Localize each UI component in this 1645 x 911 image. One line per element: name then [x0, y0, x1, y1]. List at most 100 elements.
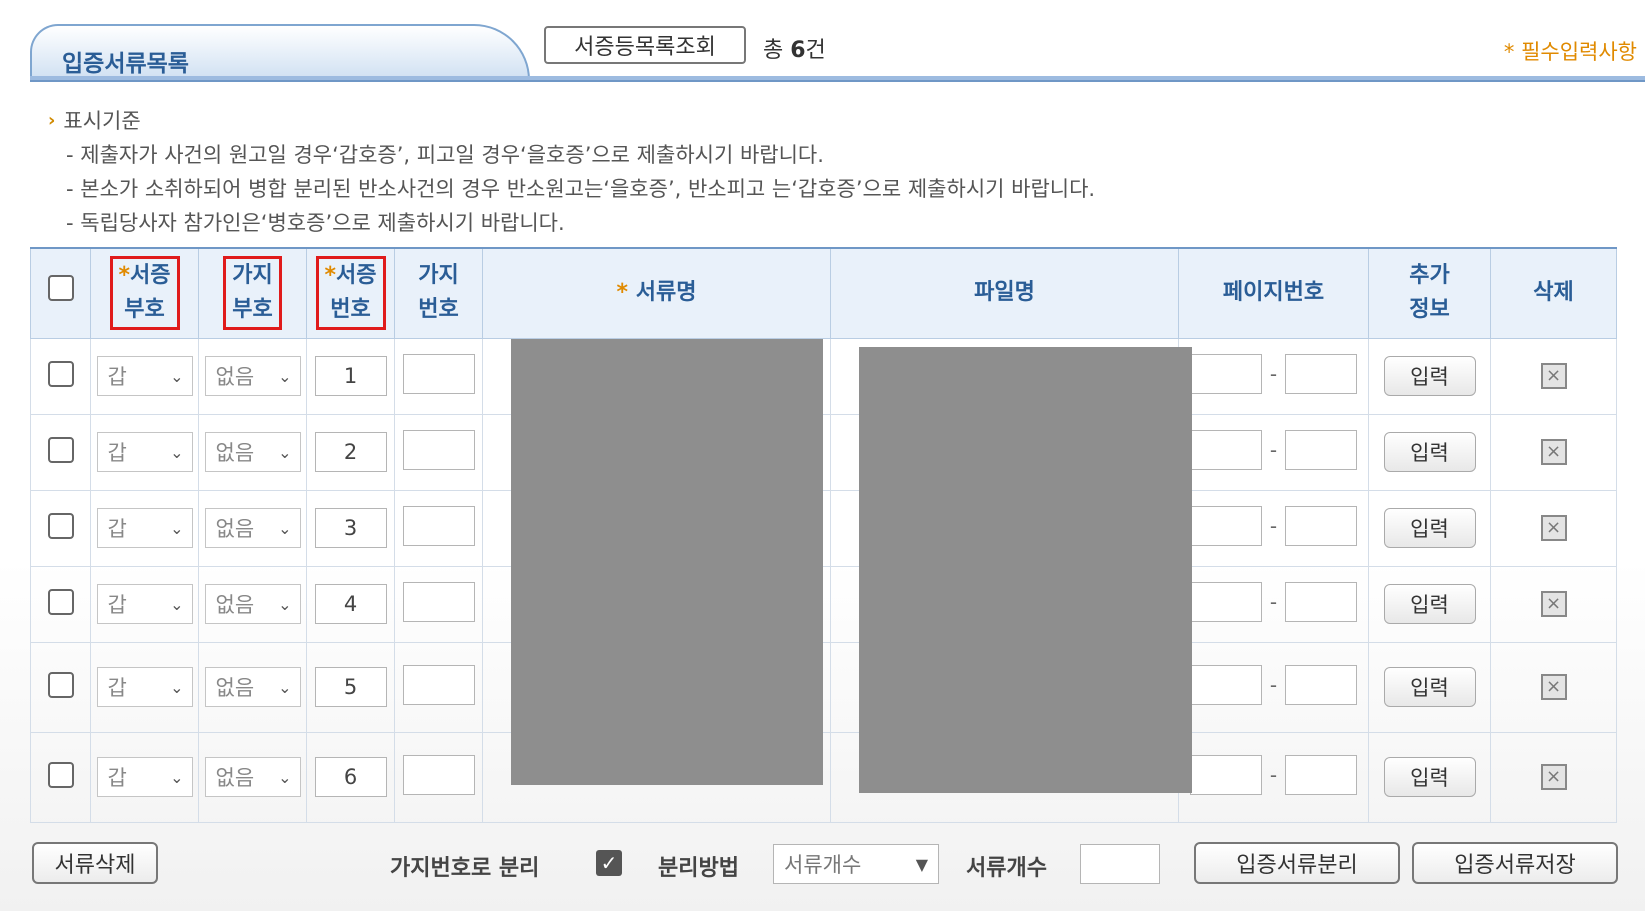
header-branch-number: 가지 번호: [394, 247, 483, 339]
evidence-number-input[interactable]: 5: [314, 667, 387, 707]
criteria-line: - 제출자가 사건의 원고일 경우‘갑호증’, 피고일 경우‘을호증’으로 제출…: [66, 143, 824, 167]
page-start-input[interactable]: [1189, 354, 1262, 394]
evidence-number-input[interactable]: 6: [314, 757, 387, 797]
branch-number-input[interactable]: [402, 665, 475, 705]
extra-info-input-button[interactable]: 입력: [1383, 508, 1476, 548]
branch-number-input[interactable]: [402, 755, 475, 795]
branch-sign-select[interactable]: 없음 ⌄: [204, 432, 301, 472]
chevron-down-icon: ⌄: [170, 366, 184, 386]
row-checkbox[interactable]: [47, 589, 74, 615]
branch-number-input[interactable]: [402, 430, 475, 470]
delete-row-icon[interactable]: ×: [1540, 764, 1567, 790]
select-all-header: [30, 247, 91, 339]
page-end-input[interactable]: [1285, 354, 1358, 394]
branch-sign-select[interactable]: 없음 ⌄: [204, 757, 301, 797]
section-tab: 입증서류목록: [30, 24, 530, 80]
row-checkbox[interactable]: [47, 513, 74, 539]
evidence-sign-select[interactable]: 갑 ⌄: [96, 667, 193, 707]
branch-sign-select[interactable]: 없음 ⌄: [204, 584, 301, 624]
table-row: 갑 ⌄ 없음 ⌄ 5- 입력 ×: [30, 641, 1617, 733]
table-row: 갑 ⌄ 없음 ⌄ 4- 입력 ×: [30, 565, 1617, 643]
row-checkbox[interactable]: [47, 361, 74, 387]
table-row: 갑 ⌄ 없음 ⌄ 3- 입력 ×: [30, 489, 1617, 567]
page-end-input[interactable]: [1285, 665, 1358, 705]
page-end-input[interactable]: [1285, 582, 1358, 622]
page-end-input[interactable]: [1285, 755, 1358, 795]
evidence-number-input[interactable]: 3: [314, 508, 387, 548]
redacted-document-names: [511, 339, 823, 785]
chevron-down-icon: ⌄: [278, 677, 292, 697]
table-row: 갑 ⌄ 없음 ⌄ 6- 입력 ×: [30, 731, 1617, 823]
branch-number-input[interactable]: [402, 506, 475, 546]
display-criteria: › 표시기준 - 제출자가 사건의 원고일 경우‘갑호증’, 피고일 경우‘을호…: [48, 104, 1095, 240]
extra-info-input-button[interactable]: 입력: [1383, 356, 1476, 396]
required-fields-note: * 필수입력사항: [1503, 40, 1637, 64]
delete-row-icon[interactable]: ×: [1540, 591, 1567, 617]
redacted-file-names: [859, 347, 1192, 793]
branch-sign-select[interactable]: 없음 ⌄: [204, 508, 301, 548]
page-start-input[interactable]: [1189, 430, 1262, 470]
document-count-input[interactable]: [1080, 844, 1160, 884]
page-end-input[interactable]: [1285, 430, 1358, 470]
branch-sign-select[interactable]: 없음 ⌄: [204, 667, 301, 707]
highlight-box: 가지 부호: [223, 256, 282, 331]
evidence-number-input[interactable]: 2: [314, 432, 387, 472]
delete-row-icon[interactable]: ×: [1540, 515, 1567, 541]
delete-row-icon[interactable]: ×: [1540, 674, 1567, 700]
row-checkbox[interactable]: [47, 762, 74, 788]
extra-info-input-button[interactable]: 입력: [1383, 757, 1476, 797]
chevron-down-icon: ⌄: [170, 767, 184, 787]
page-start-input[interactable]: [1189, 665, 1262, 705]
evidence-table: *서증 부호 가지 부호 *서증 번호 가지 번호 * 서류명 파일명 페이지번호 추가…: [30, 247, 1617, 823]
split-evidence-button[interactable]: 입증서류분리: [1194, 842, 1400, 884]
chevron-right-icon: ›: [48, 110, 56, 131]
evidence-sign-select[interactable]: 갑 ⌄: [96, 508, 193, 548]
chevron-down-icon: ⌄: [170, 677, 184, 697]
evidence-number-input[interactable]: 4: [314, 584, 387, 624]
row-checkbox[interactable]: [47, 437, 74, 463]
section-header: 입증서류목록 서증등목록조회 총 6건 * 필수입력사항: [30, 18, 1645, 84]
header-document-name: * 서류명: [482, 247, 831, 339]
evidence-sign-select[interactable]: 갑 ⌄: [96, 432, 193, 472]
page-start-input[interactable]: [1189, 582, 1262, 622]
page-start-input[interactable]: [1189, 755, 1262, 795]
delete-row-icon[interactable]: ×: [1540, 363, 1567, 389]
highlight-box: *서증 부호: [109, 256, 180, 331]
branch-number-input[interactable]: [402, 582, 475, 622]
evidence-number-input[interactable]: 1: [314, 356, 387, 396]
chevron-down-icon: ⌄: [170, 442, 184, 462]
table-row: 갑 ⌄ 없음 ⌄ 1- 입력 ×: [30, 337, 1617, 415]
header-extra-info: 추가 정보: [1368, 247, 1491, 339]
header-divider: [30, 76, 1645, 82]
branch-number-input[interactable]: [402, 354, 475, 394]
criteria-line: - 본소가 소취하되어 병합 분리된 반소사건의 경우 반소원고는‘을호증’, …: [66, 177, 1096, 201]
extra-info-input-button[interactable]: 입력: [1383, 432, 1476, 472]
extra-info-input-button[interactable]: 입력: [1383, 667, 1476, 707]
table-row: 갑 ⌄ 없음 ⌄ 2- 입력 ×: [30, 413, 1617, 491]
branch-sign-select[interactable]: 없음 ⌄: [204, 356, 301, 396]
split-method-select[interactable]: 서류개수 ▼: [773, 844, 939, 884]
evidence-list-lookup-button[interactable]: 서증등목록조회: [544, 26, 746, 64]
delete-row-icon[interactable]: ×: [1540, 439, 1567, 465]
evidence-sign-select[interactable]: 갑 ⌄: [96, 584, 193, 624]
delete-documents-button[interactable]: 서류삭제: [32, 842, 158, 884]
header-evidence-number: *서증 번호: [306, 247, 395, 339]
select-all-checkbox[interactable]: [47, 274, 74, 301]
extra-info-input-button[interactable]: 입력: [1383, 584, 1476, 624]
evidence-sign-select[interactable]: 갑 ⌄: [96, 356, 193, 396]
criteria-line: - 독립당사자 참가인은‘병호증’으로 제출하시기 바랍니다.: [66, 211, 565, 235]
page-start-input[interactable]: [1189, 506, 1262, 546]
save-evidence-button[interactable]: 입증서류저장: [1412, 842, 1618, 884]
header-file-name: 파일명: [830, 247, 1179, 339]
row-checkbox[interactable]: [47, 672, 74, 698]
chevron-down-icon: ⌄: [278, 366, 292, 386]
chevron-down-icon: ⌄: [278, 767, 292, 787]
footer-toolbar: 서류삭제 가지번호로 분리 ✓ 분리방법 서류개수 ▼ 서류개수 입증서류분리 …: [32, 842, 1622, 888]
split-by-branch-label: 가지번호로 분리: [390, 856, 540, 881]
chevron-down-icon: ⌄: [278, 518, 292, 538]
split-by-branch-checkbox[interactable]: ✓: [596, 850, 622, 876]
criteria-heading: 표시기준: [63, 109, 141, 133]
chevron-down-icon: ⌄: [170, 594, 184, 614]
page-end-input[interactable]: [1285, 506, 1358, 546]
evidence-sign-select[interactable]: 갑 ⌄: [96, 757, 193, 797]
